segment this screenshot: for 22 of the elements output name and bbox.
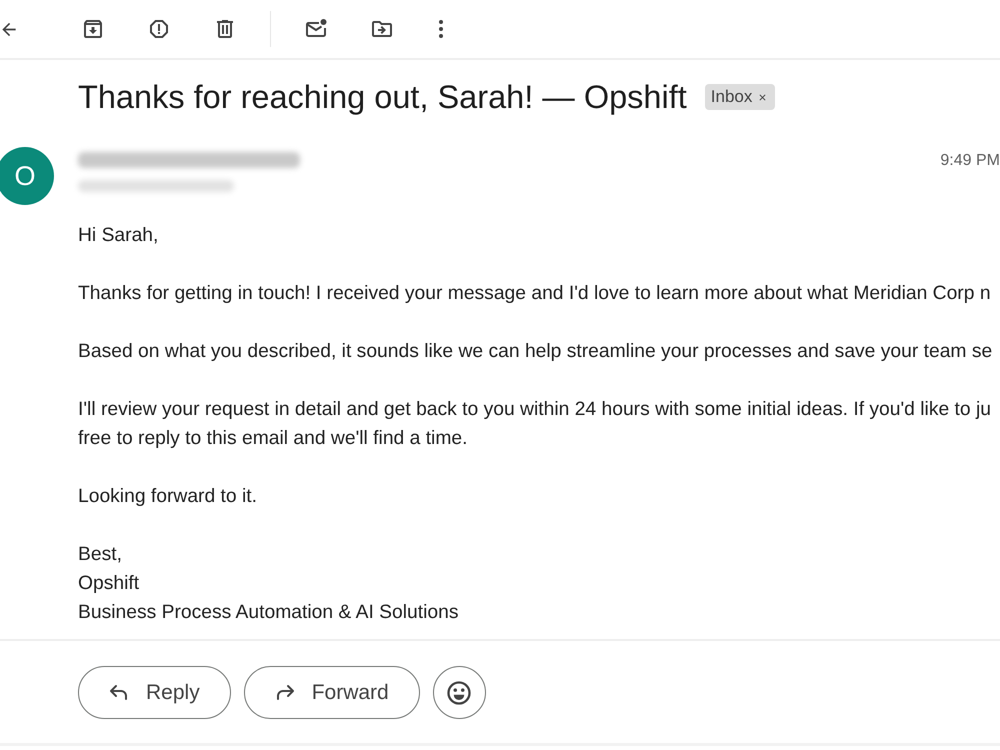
message-text-line: I'll review your request in detail and get back to you within 24 hours with some initial ideas. If you'd like to ju <box>78 398 991 422</box>
exclamation-octagon-icon <box>147 17 171 41</box>
more-icon <box>439 20 443 38</box>
message-time: 9:49 PM <box>940 152 1000 170</box>
message-text-line: free to reply to this email and we'll find a time. <box>78 427 468 451</box>
smiley-face-icon <box>445 678 474 706</box>
email-subject: Thanks for reaching out, Sarah! — Opshift <box>78 78 687 116</box>
sender-avatar: O <box>0 147 54 205</box>
close-icon <box>758 92 768 102</box>
remove-label-button[interactable] <box>758 92 768 102</box>
message-text-line: Best, <box>78 543 122 567</box>
message-text-line: Hi Sarah, <box>78 224 158 248</box>
archive-box-icon <box>81 17 105 41</box>
message-text-line: Looking forward to it. <box>78 485 257 509</box>
message-text-line: Thanks for getting in touch! I received your message and I'd love to learn more about what Meridian Corp n <box>78 282 991 306</box>
message-text-line: Based on what you described, it sounds like we can help streamline your processes and save your team se <box>78 340 992 364</box>
emoji-reaction-button[interactable] <box>432 666 486 719</box>
forward-button[interactable]: Forward <box>244 666 420 719</box>
reply-button[interactable]: Reply <box>78 666 231 719</box>
message-text-line: Business Process Automation & AI Solutions <box>78 601 458 625</box>
label-text: Inbox <box>710 86 752 108</box>
message-text-line: Opshift <box>78 572 140 596</box>
